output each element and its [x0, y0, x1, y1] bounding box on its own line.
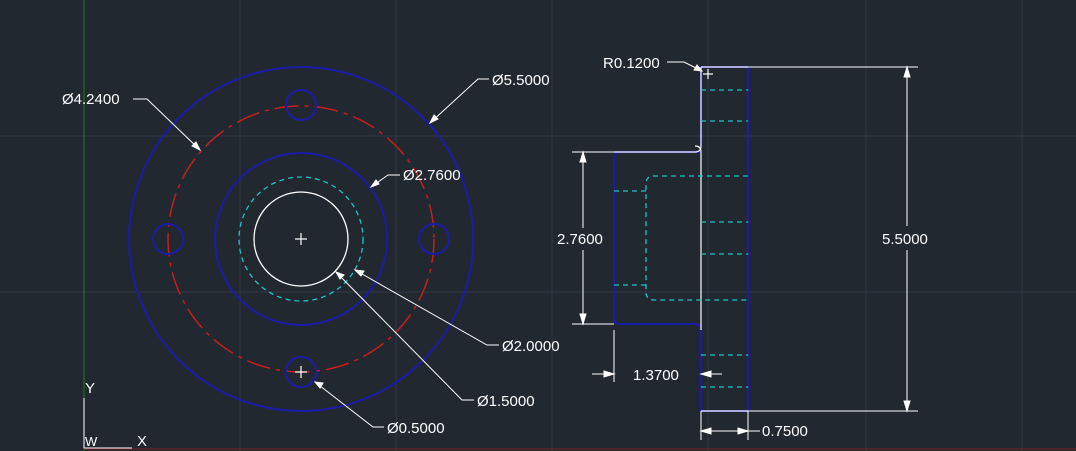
ucs-w-label: W [85, 434, 98, 449]
dim-overall-height-label[interactable]: 5.5000 [882, 231, 928, 248]
dim-hub-diameter-label[interactable]: Ø2.7600 [403, 167, 461, 184]
dim-hub-length-label[interactable]: 1.3700 [633, 367, 679, 384]
dim-bolt-circle-label[interactable]: Ø4.2400 [62, 91, 120, 108]
ucs-y-label: Y [85, 380, 95, 397]
dim-outer-diameter-label[interactable]: Ø5.5000 [492, 72, 550, 89]
dim-bolt-hole-label[interactable]: Ø0.5000 [387, 420, 445, 437]
dim-fillet-radius-label[interactable]: R0.1200 [603, 55, 660, 72]
ucs-x-label: X [137, 433, 147, 450]
cad-drawing-canvas[interactable]: Ø4.2400 Ø5.5000 Ø2.7600 Ø2.0000 Ø1.5000 … [0, 0, 1076, 451]
dim-bore-label[interactable]: Ø1.5000 [477, 393, 535, 410]
dim-flange-thickness-label[interactable]: 0.7500 [762, 423, 808, 440]
dim-counterbore-label[interactable]: Ø2.0000 [502, 338, 560, 355]
dim-hub-height-label[interactable]: 2.7600 [557, 231, 603, 248]
